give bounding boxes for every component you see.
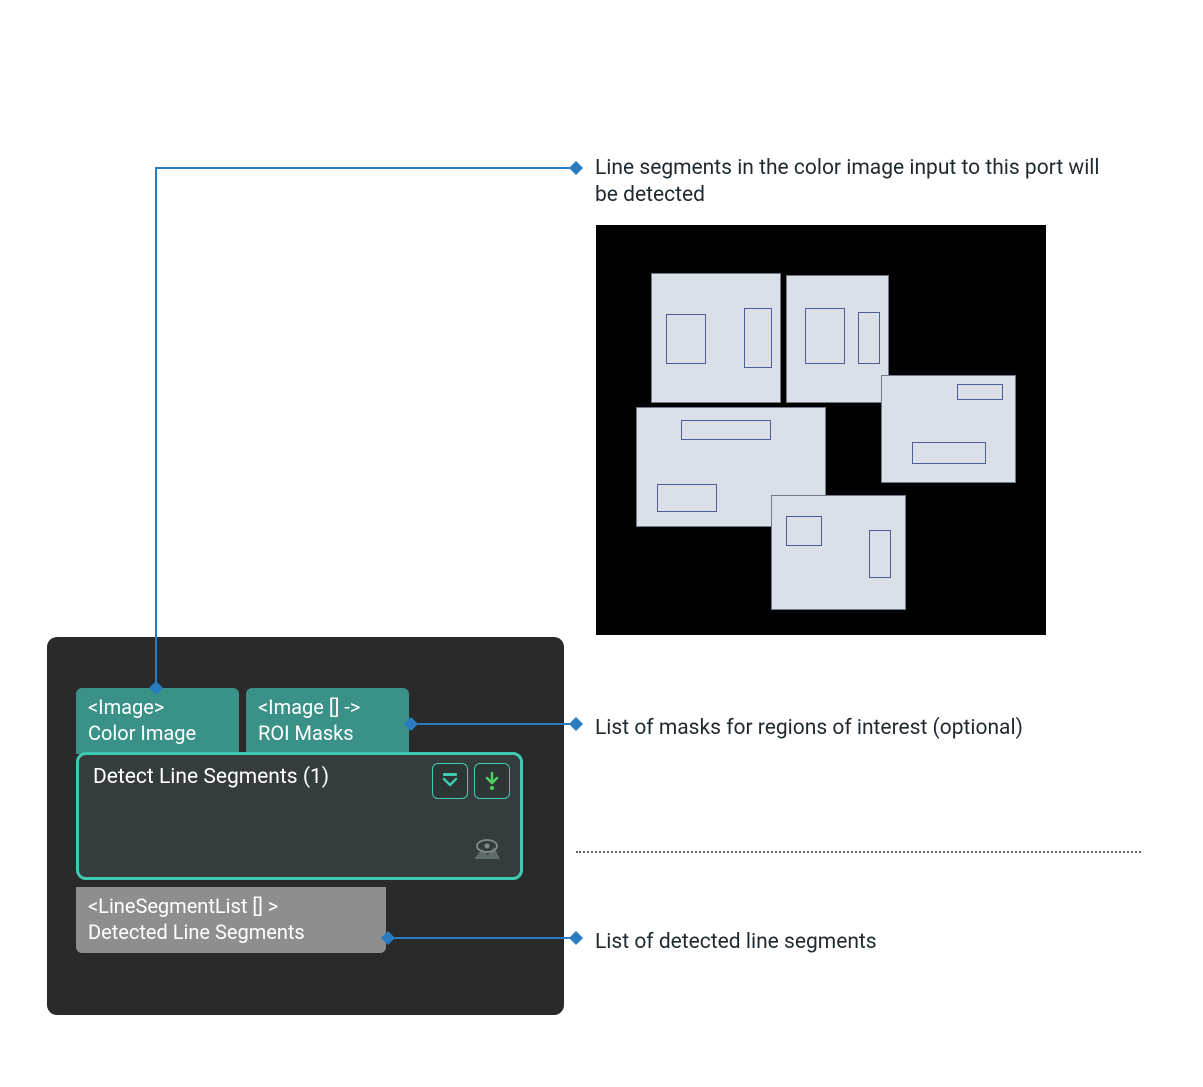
eye-image-icon <box>472 839 502 863</box>
node-body[interactable]: Detect Line Segments (1) <box>76 752 523 880</box>
port-label: ROI Masks <box>258 720 397 746</box>
port-type: <LineSegmentList [] > <box>88 893 374 919</box>
input-port-roi-masks[interactable]: <Image [] -> ROI Masks <box>246 688 409 754</box>
output-port-line-segments[interactable]: <LineSegmentList [] > Detected Line Segm… <box>76 887 386 953</box>
arrow-down-dot-icon <box>482 771 502 791</box>
annotation-roi-masks: List of masks for regions of interest (o… <box>595 715 1023 742</box>
annotation-output: List of detected line segments <box>595 929 877 956</box>
chevron-double-down-icon <box>440 771 460 791</box>
node-panel: <Image> Color Image <Image [] -> ROI Mas… <box>47 637 564 1015</box>
preview-button[interactable] <box>464 833 510 869</box>
illustration-image <box>596 225 1046 635</box>
port-type: <Image> <box>88 694 227 720</box>
node-title: Detect Line Segments (1) <box>93 765 329 789</box>
port-label: Detected Line Segments <box>88 919 374 945</box>
diagram-root: Line segments in the color image input t… <box>0 0 1203 1087</box>
download-button[interactable] <box>474 763 510 799</box>
expand-button[interactable] <box>432 763 468 799</box>
port-label: Color Image <box>88 720 227 746</box>
section-divider <box>576 851 1141 853</box>
port-type: <Image [] -> <box>258 694 397 720</box>
annotation-color-image: Line segments in the color image input t… <box>595 155 1115 210</box>
input-port-color-image[interactable]: <Image> Color Image <box>76 688 239 754</box>
